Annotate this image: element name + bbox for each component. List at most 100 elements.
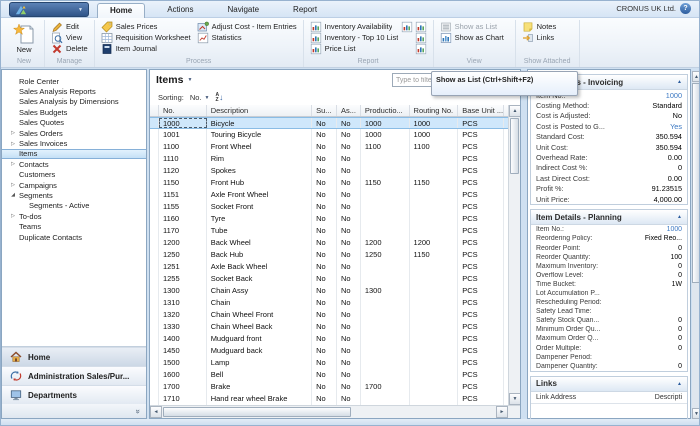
links-button[interactable]: Links xyxy=(519,32,560,43)
collapse-chevron-icon[interactable]: ▲ xyxy=(677,381,682,387)
item-journal-button[interactable]: Item Journal xyxy=(98,43,194,54)
table-row[interactable]: 1300 Chain Assy No No 1300 PCS xyxy=(150,285,508,297)
sidebar-item[interactable]: Customers xyxy=(2,170,146,180)
tree-arrow-icon[interactable]: ◢ xyxy=(8,192,18,198)
scroll-up-button[interactable]: ▲ xyxy=(509,105,520,117)
table-row[interactable]: 1160 Tyre No No PCS xyxy=(150,213,508,225)
inventory-availability-button[interactable]: Inventory Availability xyxy=(307,21,430,32)
column-header-su[interactable]: Su... xyxy=(312,105,337,116)
table-row[interactable]: 1151 Axle Front Wheel No No PCS xyxy=(150,189,508,201)
table-row[interactable]: 1100 Front Wheel No No 1100 1100 PCS xyxy=(150,141,508,153)
table-row[interactable]: 1000 Bicycle No No 1000 1000 PCS xyxy=(150,117,508,129)
configure-buttons-chevron[interactable]: » xyxy=(2,404,146,418)
tree-arrow-icon[interactable]: ▷ xyxy=(8,141,18,147)
table-row[interactable]: 1251 Axle Back Wheel No No PCS xyxy=(150,261,508,273)
scroll-thumb[interactable] xyxy=(692,83,700,283)
scroll-up-button[interactable]: ▲ xyxy=(692,71,700,82)
table-row[interactable]: 1250 Back Hub No No 1250 1150 PCS xyxy=(150,249,508,261)
sidebar-item[interactable]: Sales Budgets xyxy=(2,107,146,117)
sidebar-item[interactable]: ◢Segments xyxy=(2,190,146,200)
scroll-thumb[interactable] xyxy=(510,118,519,174)
sidebar-item[interactable]: ▷Campaigns xyxy=(2,180,146,190)
sidebar-item[interactable]: Segments - Active xyxy=(2,201,146,211)
table-row[interactable]: 1700 Brake No No 1700 PCS xyxy=(150,381,508,393)
scroll-right-button[interactable]: ► xyxy=(496,406,508,418)
table-row[interactable]: 1600 Bell No No PCS xyxy=(150,369,508,381)
column-header-production[interactable]: Productio... xyxy=(361,105,410,116)
sidebar-item[interactable]: Items xyxy=(2,149,146,159)
sidebar-item[interactable]: Duplicate Contacts xyxy=(2,232,146,242)
requisition-worksheet-button[interactable]: Requisition Worksheet xyxy=(98,32,194,43)
nav-button-departments[interactable]: Departments xyxy=(2,385,146,404)
adjust-cost-button[interactable]: Adjust Cost - Item Entries xyxy=(194,21,300,32)
column-header-no[interactable]: No. xyxy=(159,105,207,116)
table-row[interactable]: 1310 Chain No No PCS xyxy=(150,297,508,309)
new-button[interactable]: New xyxy=(7,21,41,57)
table-row[interactable]: 1200 Back Wheel No No 1200 1200 PCS xyxy=(150,237,508,249)
sidebar-item[interactable]: Sales Quotes xyxy=(2,118,146,128)
table-row[interactable]: 1330 Chain Wheel Back No No PCS xyxy=(150,321,508,333)
table-row[interactable]: 1150 Front Hub No No 1150 1150 PCS xyxy=(150,177,508,189)
table-row[interactable]: 1500 Lamp No No PCS xyxy=(150,357,508,369)
table-row[interactable]: 1155 Socket Front No No PCS xyxy=(150,201,508,213)
sidebar-item[interactable]: Sales Analysis Reports xyxy=(2,86,146,96)
table-row[interactable]: 1170 Tube No No PCS xyxy=(150,225,508,237)
notes-button[interactable]: Notes xyxy=(519,21,560,32)
statistics-button[interactable]: Statistics xyxy=(194,32,300,43)
sidebar-item[interactable]: Sales Analysis by Dimensions xyxy=(2,97,146,107)
scroll-left-button[interactable]: ◄ xyxy=(150,406,162,418)
tab-navigate[interactable]: Navigate xyxy=(215,3,271,18)
sidebar-item[interactable]: ▷Sales Invoices xyxy=(2,138,146,148)
tree-arrow-icon[interactable]: ▷ xyxy=(8,182,18,188)
scroll-down-button[interactable]: ▼ xyxy=(692,408,700,419)
column-header-routing[interactable]: Routing No. xyxy=(410,105,459,116)
tree-arrow-icon[interactable]: ▷ xyxy=(8,161,18,167)
sidebar-item[interactable]: Teams xyxy=(2,221,146,231)
help-icon[interactable]: ? xyxy=(680,3,691,14)
tree-arrow-icon[interactable]: ▷ xyxy=(8,213,18,219)
edit-button[interactable]: Edit xyxy=(48,21,91,32)
table-row[interactable]: 1710 Hand rear wheel Brake No No PCS xyxy=(150,393,508,405)
table-row[interactable]: 1255 Socket Back No No PCS xyxy=(150,273,508,285)
report-extra-button[interactable] xyxy=(401,21,413,33)
scroll-down-button[interactable]: ▼ xyxy=(509,393,520,405)
sort-field-dropdown[interactable]: No.▼ xyxy=(190,93,210,102)
links-column-description[interactable]: Descripti xyxy=(655,394,682,401)
tab-home[interactable]: Home xyxy=(97,3,145,18)
factbox-planning-header[interactable]: Item Details - Planning ▲ xyxy=(531,210,687,225)
column-header-base-unit[interactable]: Base Unit ... xyxy=(458,105,504,116)
table-row[interactable]: 1450 Mudguard back No No PCS xyxy=(150,345,508,357)
view-button[interactable]: View xyxy=(48,32,91,43)
column-header-description[interactable]: Description xyxy=(207,105,312,116)
show-as-chart-button[interactable]: Show as Chart xyxy=(437,32,507,43)
sales-prices-button[interactable]: Sales Prices xyxy=(98,21,194,32)
sidebar-item[interactable]: ▷Contacts xyxy=(2,159,146,169)
list-title-dropdown-icon[interactable]: ▼ xyxy=(187,77,192,83)
sidebar-item[interactable]: Role Center xyxy=(2,76,146,86)
tab-actions[interactable]: Actions xyxy=(155,3,205,18)
column-header-as[interactable]: As... xyxy=(337,105,361,116)
tab-report[interactable]: Report xyxy=(281,3,329,18)
delete-button[interactable]: Delete xyxy=(48,43,91,54)
tree-arrow-icon[interactable]: ▷ xyxy=(8,130,18,136)
inventory-top10-button[interactable]: Inventory - Top 10 List xyxy=(307,32,430,43)
table-row[interactable]: 1120 Spokes No No PCS xyxy=(150,165,508,177)
sidebar-item[interactable]: ▷To-dos xyxy=(2,211,146,221)
nav-button-home[interactable]: Home xyxy=(2,347,146,366)
nav-button-administration[interactable]: Administration Sales/Pur... xyxy=(2,366,146,385)
collapse-chevron-icon[interactable]: ▲ xyxy=(677,214,682,220)
scroll-thumb[interactable] xyxy=(163,407,351,417)
links-column-address[interactable]: Link Address xyxy=(536,394,576,401)
report-extra-button[interactable] xyxy=(415,43,427,55)
sort-direction-button[interactable]: AZ ↓ xyxy=(215,93,223,103)
show-as-list-button[interactable]: Show as List xyxy=(437,21,507,32)
table-row[interactable]: 1320 Chain Wheel Front No No PCS xyxy=(150,309,508,321)
application-menu-button[interactable]: ▼ xyxy=(9,2,89,17)
price-list-button[interactable]: Price List xyxy=(307,43,430,54)
sidebar-item[interactable]: ▷Sales Orders xyxy=(2,128,146,138)
collapse-chevron-icon[interactable]: ▲ xyxy=(677,79,682,85)
table-row[interactable]: 1400 Mudguard front No No PCS xyxy=(150,333,508,345)
table-row[interactable]: 1001 Touring Bicycle No No 1000 1000 PCS xyxy=(150,129,508,141)
factbox-links-header[interactable]: Links ▲ xyxy=(531,377,687,392)
table-row[interactable]: 1110 Rim No No PCS xyxy=(150,153,508,165)
